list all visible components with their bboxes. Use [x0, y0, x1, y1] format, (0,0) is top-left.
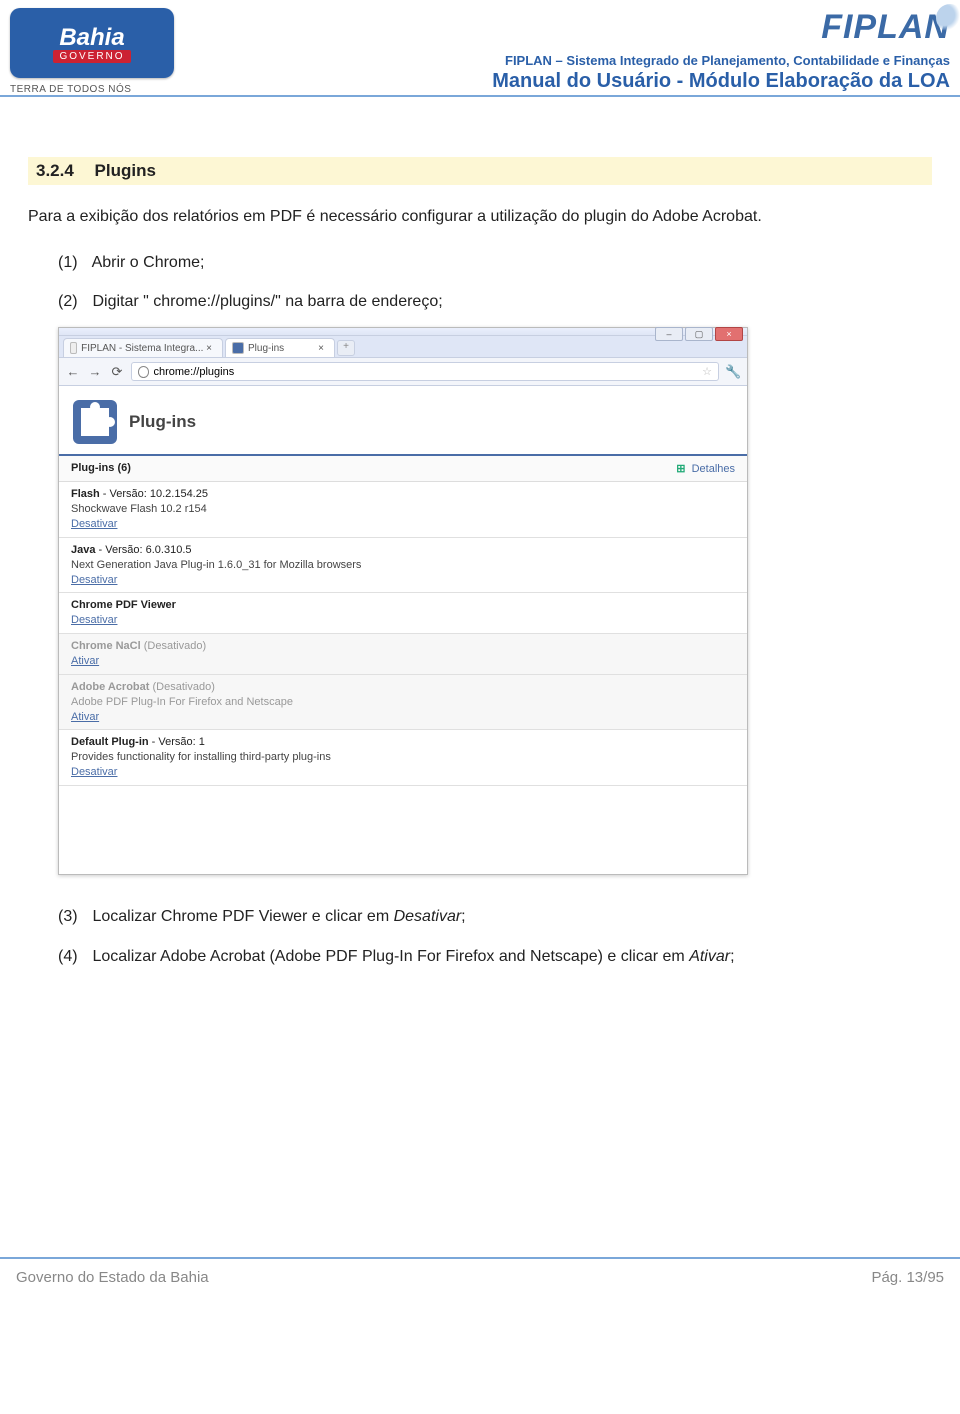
footer-left: Governo do Estado da Bahia [16, 1269, 209, 1286]
wrench-icon[interactable]: 🔧 [725, 364, 741, 380]
plugin-version: (Desativado) [141, 640, 206, 652]
plugin-name: Adobe Acrobat [71, 681, 149, 693]
plugin-row: Chrome PDF Viewer Desativar [59, 593, 747, 634]
plugin-row: Default Plug-in - Versão: 1 Provides func… [59, 730, 747, 786]
tab-label: Plug-ins [248, 343, 284, 354]
plugin-description: Provides functionality for installing th… [71, 750, 735, 765]
plugin-version: - Versão: 6.0.310.5 [95, 544, 191, 556]
plugins-banner-title: Plug-ins [129, 412, 196, 432]
plugin-version: - Versão: 10.2.154.25 [100, 488, 208, 500]
plugin-description: Adobe PDF Plug-In For Firefox and Netsca… [71, 695, 735, 710]
step-4: (4) Localizar Adobe Acrobat (Adobe PDF P… [58, 943, 932, 970]
section-header: 3.2.4 Plugins [28, 157, 932, 185]
plugins-list-header: Plug-ins (6) ⊞ Detalhes [59, 456, 747, 482]
new-tab-button[interactable]: + [337, 340, 355, 356]
plus-icon: ⊞ [676, 463, 685, 475]
chrome-screenshot: – ▢ × FIPLAN - Sistema Integra... × Plug… [58, 327, 748, 875]
plugin-description: Next Generation Java Plug-in 1.6.0_31 fo… [71, 558, 735, 573]
chrome-page-body: Plug-ins Plug-ins (6) ⊞ Detalhes Flash -… [59, 386, 747, 874]
plugin-name: Java [71, 544, 95, 556]
tab-plugins[interactable]: Plug-ins × [225, 338, 335, 357]
step-text-before: Localizar Chrome PDF Viewer e clicar em [92, 908, 393, 925]
step-text: Digitar " chrome://plugins/" na barra de… [92, 293, 442, 310]
bookmark-star-icon[interactable]: ☆ [702, 365, 712, 378]
globe-icon [138, 366, 149, 378]
puzzle-icon [232, 342, 244, 354]
plugin-action-link[interactable]: Ativar [71, 655, 99, 667]
tab-fiplan[interactable]: FIPLAN - Sistema Integra... × [63, 338, 223, 357]
back-icon[interactable]: ← [65, 364, 81, 380]
section-paragraph: Para a exibição dos relatórios em PDF é … [28, 205, 932, 229]
minimize-icon[interactable]: – [655, 327, 683, 341]
bahia-logo: Bahia GOVERNO TERRA DE TODOS NÓS [10, 8, 174, 95]
step-text-after: ; [461, 908, 465, 925]
reload-icon[interactable]: ⟳ [109, 364, 125, 380]
header-right: FIPLAN FIPLAN – Sistema Integrado de Pla… [492, 8, 950, 93]
address-bar: ← → ⟳ ☆ 🔧 [59, 358, 747, 386]
page-icon [70, 342, 77, 354]
plugin-description: Shockwave Flash 10.2 r154 [71, 502, 735, 517]
fiplan-logo: FIPLAN [821, 8, 950, 47]
step-text-before: Localizar Adobe Acrobat (Adobe PDF Plug-… [92, 948, 689, 965]
close-icon[interactable]: × [715, 327, 743, 341]
step-number: (4) [58, 943, 88, 970]
logo-governo-text: GOVERNO [53, 50, 130, 63]
section-number: 3.2.4 [36, 161, 74, 180]
logo-bahia-text: Bahia [59, 24, 124, 52]
plugin-row: Java - Versão: 6.0.310.5 Next Generation … [59, 538, 747, 594]
details-toggle[interactable]: ⊞ Detalhes [676, 462, 735, 475]
plugins-count: Plug-ins (6) [71, 462, 131, 475]
puzzle-piece-icon [73, 400, 117, 444]
logo-tagline: TERRA DE TODOS NÓS [10, 84, 174, 95]
maximize-icon[interactable]: ▢ [685, 327, 713, 341]
header-subtitle-2: Manual do Usuário - Módulo Elaboração da… [492, 70, 950, 93]
plugin-action-link[interactable]: Desativar [71, 614, 117, 626]
page-footer: Governo do Estado da Bahia Pág. 13/95 [0, 1257, 960, 1304]
section-title: Plugins [95, 161, 156, 180]
browser-tabs: FIPLAN - Sistema Integra... × Plug-ins ×… [59, 336, 747, 358]
steps-list-2: (3) Localizar Chrome PDF Viewer e clicar… [28, 903, 932, 969]
step-number: (3) [58, 903, 88, 930]
window-titlebar: – ▢ × [59, 328, 747, 336]
tab-label: FIPLAN - Sistema Integra... × [81, 343, 212, 354]
step-1: (1) Abrir o Chrome; [58, 249, 932, 276]
plugin-version: (Desativado) [149, 681, 214, 693]
plugin-action-link[interactable]: Desativar [71, 574, 117, 586]
plugin-action-link[interactable]: Desativar [71, 518, 117, 530]
step-text-after: ; [730, 948, 734, 965]
step-2: (2) Digitar " chrome://plugins/" na barr… [58, 288, 932, 315]
plugin-version: - Versão: 1 [149, 736, 205, 748]
step-3: (3) Localizar Chrome PDF Viewer e clicar… [58, 903, 932, 930]
tab-close-icon[interactable]: × [318, 343, 324, 354]
plugin-name: Flash [71, 488, 100, 500]
step-number: (2) [58, 288, 88, 315]
url-input[interactable] [153, 366, 698, 378]
plugin-row: Chrome NaCl (Desativado) Ativar [59, 634, 747, 675]
step-italic: Desativar [394, 908, 462, 925]
plugins-container: Flash - Versão: 10.2.154.25 Shockwave Fla… [59, 482, 747, 786]
step-text: Abrir o Chrome; [92, 254, 205, 271]
details-label: Detalhes [692, 463, 735, 475]
steps-list: (1) Abrir o Chrome; (2) Digitar " chrome… [28, 249, 932, 315]
step-number: (1) [58, 249, 88, 276]
plugin-action-link[interactable]: Ativar [71, 711, 99, 723]
page-header: Bahia GOVERNO TERRA DE TODOS NÓS FIPLAN … [0, 0, 960, 97]
plugin-row: Flash - Versão: 10.2.154.25 Shockwave Fla… [59, 482, 747, 538]
footer-right: Pág. 13/95 [871, 1269, 944, 1286]
header-subtitle-1: FIPLAN – Sistema Integrado de Planejamen… [492, 53, 950, 68]
step-italic: Ativar [689, 948, 730, 965]
plugin-row: Adobe Acrobat (Desativado) Adobe PDF Plug… [59, 675, 747, 731]
plugin-name: Default Plug-in [71, 736, 149, 748]
plugin-name: Chrome PDF Viewer [71, 599, 176, 611]
forward-icon[interactable]: → [87, 364, 103, 380]
omnibox[interactable]: ☆ [131, 362, 719, 381]
plugins-banner: Plug-ins [59, 386, 747, 456]
window-buttons: – ▢ × [655, 327, 743, 341]
plugin-name: Chrome NaCl [71, 640, 141, 652]
plugin-action-link[interactable]: Desativar [71, 766, 117, 778]
content: 3.2.4 Plugins Para a exibição dos relató… [0, 97, 960, 1257]
